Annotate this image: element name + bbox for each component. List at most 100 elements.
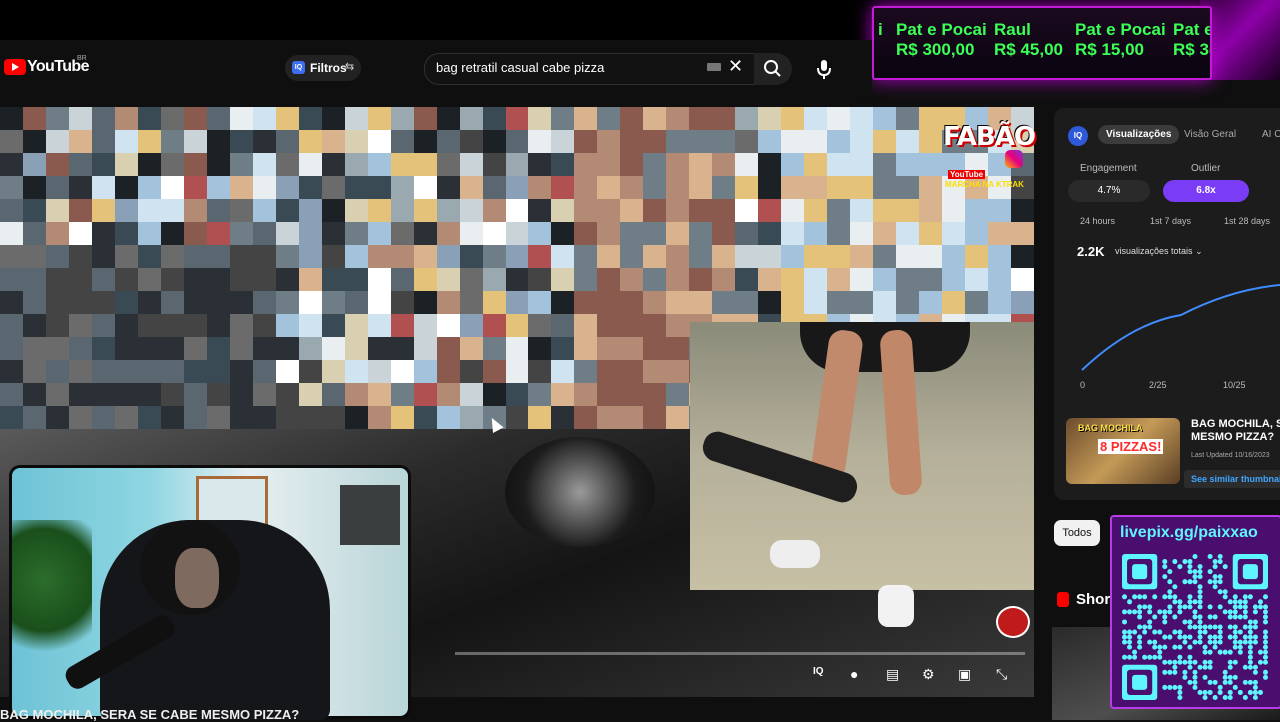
mosaic-cell: [206, 107, 230, 130]
mosaic-cell: [666, 199, 690, 222]
qr-module: [1212, 639, 1218, 645]
mosaic-cell: [965, 222, 989, 245]
qr-module: [1177, 609, 1183, 615]
mosaic-cell: [689, 268, 713, 291]
qr-module: [1237, 599, 1243, 605]
clear-search-icon[interactable]: ✕: [728, 56, 743, 77]
qr-module: [1217, 559, 1223, 565]
qr-module: [1207, 634, 1213, 640]
search-button[interactable]: [754, 53, 792, 85]
mosaic-cell: [459, 245, 483, 268]
mosaic-cell: [275, 314, 299, 337]
qr-module: [1187, 624, 1193, 630]
mosaic-cell: [252, 245, 276, 268]
mosaic-cell: [390, 314, 414, 337]
mosaic-cell: [620, 291, 644, 314]
mosaic-cell: [459, 153, 483, 176]
mosaic-cell: [160, 360, 184, 383]
mosaic-cell: [160, 406, 184, 429]
mosaic-cell: [620, 383, 644, 406]
mosaic-cell: [45, 153, 69, 176]
mosaic-cell: [804, 222, 828, 245]
mosaic-cell: [45, 383, 69, 406]
video-progress-bar[interactable]: [455, 652, 1025, 655]
mosaic-cell: [91, 291, 115, 314]
qr-module: [1157, 649, 1163, 655]
donation-item: i: [878, 20, 883, 39]
qr-module: [1207, 664, 1213, 670]
mosaic-cell: [758, 107, 782, 130]
qr-module: [1182, 619, 1188, 625]
mosaic-cell: [781, 130, 805, 153]
youtube-logo-icon[interactable]: [4, 59, 26, 75]
views-series-line: [1081, 284, 1280, 371]
mosaic-cell: [206, 337, 230, 360]
mosaic-cell: [758, 199, 782, 222]
qr-module: [1192, 684, 1198, 690]
mosaic-cell: [413, 107, 437, 130]
qr-module: [1252, 694, 1258, 700]
see-similar-button[interactable]: See similar thumbnails: [1184, 470, 1280, 488]
qr-module: [1232, 629, 1238, 635]
period-7d[interactable]: 1st 7 days: [1150, 216, 1191, 226]
mosaic-cell: [160, 176, 184, 199]
qr-module: [1217, 639, 1223, 645]
fullscreen-icon[interactable]: ⤡: [996, 666, 1007, 683]
mosaic-cell: [298, 176, 322, 199]
mosaic-cell: [666, 107, 690, 130]
mosaic-cell: [114, 314, 138, 337]
iq-control-icon[interactable]: IQ: [813, 666, 824, 677]
x-tick-label: 0: [1080, 380, 1086, 390]
chip-todos[interactable]: Todos: [1054, 520, 1100, 546]
qr-module: [1247, 689, 1253, 695]
period-24h[interactable]: 24 hours: [1080, 216, 1115, 226]
qr-module: [1227, 599, 1233, 605]
related-video-title[interactable]: BAG MOCHILA, SEMESMO PIZZA?: [1191, 418, 1280, 444]
mosaic-cell: [436, 383, 460, 406]
mosaic-cell: [689, 176, 713, 199]
search-query-text[interactable]: bag retratil casual cabe pizza: [436, 60, 604, 75]
miniplayer-icon[interactable]: ▣: [958, 666, 971, 683]
mosaic-cell: [597, 153, 621, 176]
mosaic-cell: [574, 199, 598, 222]
mosaic-cell: [919, 176, 943, 199]
qr-module: [1217, 589, 1223, 595]
tab-visualizacoes[interactable]: Visualizações: [1098, 125, 1180, 144]
mosaic-cell: [91, 176, 115, 199]
mosaic-cell: [873, 291, 897, 314]
voice-search-button[interactable]: [806, 53, 842, 85]
qr-module: [1177, 689, 1183, 695]
mosaic-cell: [321, 360, 345, 383]
qr-module: [1237, 614, 1243, 620]
mosaic-cell: [229, 291, 253, 314]
region-label: BR: [77, 55, 87, 62]
mosaic-cell: [344, 360, 368, 383]
mosaic-cell: [436, 130, 460, 153]
mosaic-cell: [275, 337, 299, 360]
mosaic-cell: [114, 222, 138, 245]
qr-module: [1222, 564, 1228, 570]
mosaic-cell: [735, 268, 759, 291]
tab-visao-geral[interactable]: Visão Geral: [1176, 125, 1244, 144]
metric-dropdown[interactable]: visualizações totais ⌄: [1115, 246, 1203, 257]
tab-ai[interactable]: AI C: [1254, 125, 1280, 144]
qr-module: [1207, 569, 1213, 575]
mosaic-cell: [551, 383, 575, 406]
qr-module: [1242, 599, 1248, 605]
mosaic-cell: [367, 176, 391, 199]
autoplay-toggle-icon[interactable]: ●: [850, 666, 858, 682]
mosaic-cell: [712, 130, 736, 153]
mosaic-cell: [137, 245, 161, 268]
mosaic-cell: [574, 360, 598, 383]
qr-module: [1247, 654, 1253, 660]
channel-watermark-icon[interactable]: [996, 606, 1030, 638]
settings-gear-icon[interactable]: ⚙: [922, 666, 935, 683]
period-28d[interactable]: 1st 28 days: [1224, 216, 1270, 226]
qr-module: [1232, 594, 1238, 600]
qr-module: [1172, 664, 1178, 670]
subtitles-icon[interactable]: ▤: [886, 666, 899, 683]
mosaic-cell: [666, 360, 690, 383]
mosaic-cell: [68, 360, 92, 383]
mosaic-cell: [91, 107, 115, 130]
keyboard-icon[interactable]: [707, 63, 721, 71]
